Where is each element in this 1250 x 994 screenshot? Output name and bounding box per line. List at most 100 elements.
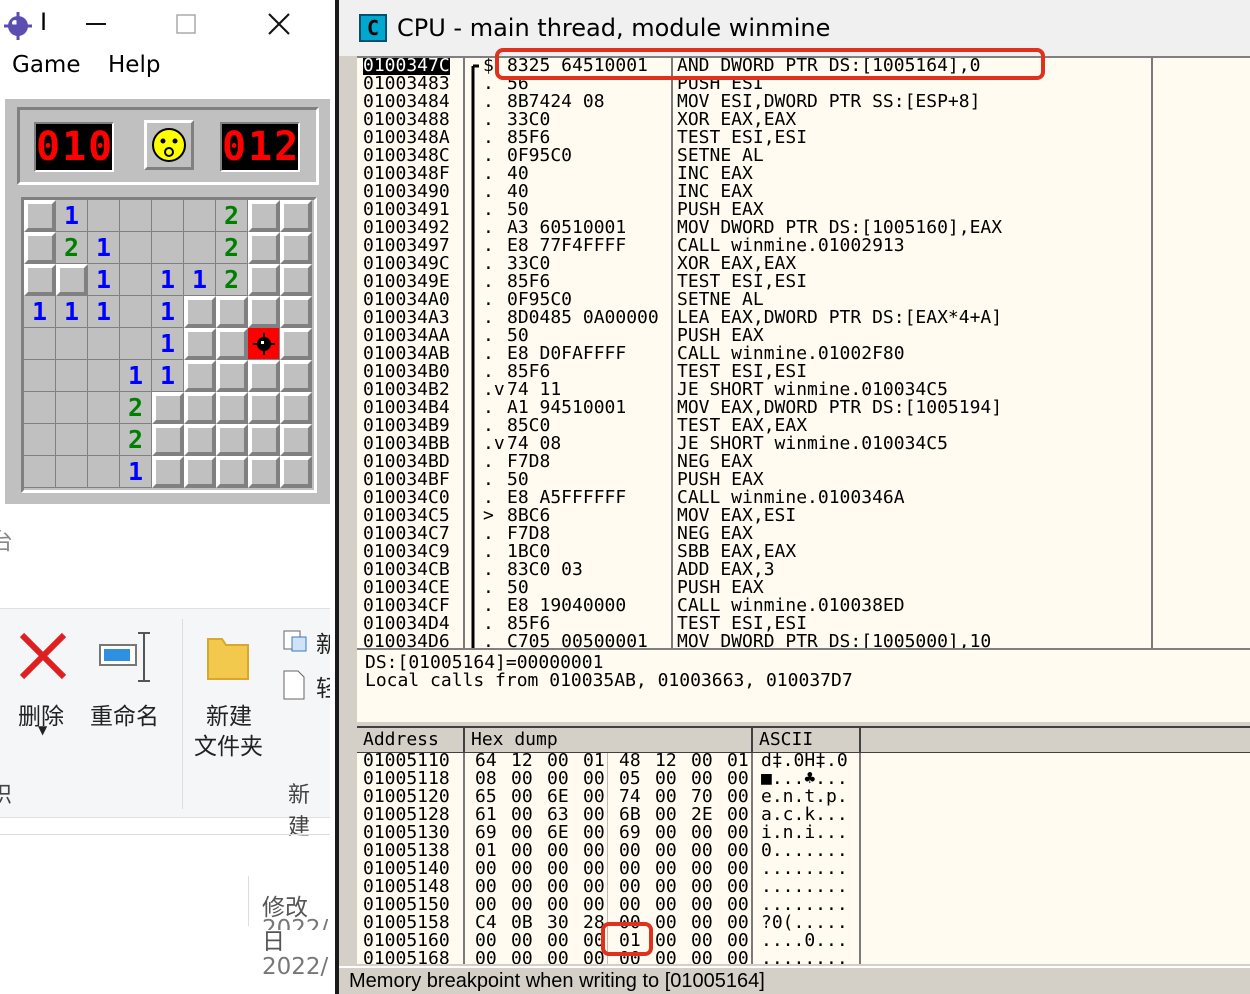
covered-cell[interactable] (152, 456, 184, 488)
dump-byte[interactable]: 00 (475, 950, 497, 965)
number-cell[interactable]: 1 (24, 296, 56, 328)
dump-byte[interactable]: 00 (727, 950, 749, 965)
open-cell[interactable] (120, 264, 152, 296)
covered-cell[interactable] (184, 328, 216, 360)
open-cell[interactable] (56, 360, 88, 392)
number-cell[interactable]: 2 (120, 424, 152, 456)
covered-cell[interactable] (184, 392, 216, 424)
covered-cell[interactable] (280, 360, 312, 392)
open-cell[interactable] (120, 328, 152, 360)
number-cell[interactable]: 1 (152, 296, 184, 328)
open-cell[interactable] (184, 200, 216, 232)
rename-button[interactable]: 重命名 (90, 697, 159, 731)
covered-cell[interactable] (184, 424, 216, 456)
open-cell[interactable] (88, 360, 120, 392)
disasm-row[interactable]: 010034D6. C705 00500001 MOV DWORD PTR DS:[… (357, 633, 1250, 649)
covered-cell[interactable] (216, 392, 248, 424)
dump-byte[interactable]: 00 (547, 950, 569, 965)
covered-cell[interactable] (280, 264, 312, 296)
covered-cell[interactable] (280, 392, 312, 424)
open-cell[interactable] (120, 296, 152, 328)
open-cell[interactable] (56, 328, 88, 360)
smiley-button[interactable] (144, 120, 194, 170)
dump-row[interactable]: 01005168 00 00 00 00 00 00 00 00........ (357, 950, 1250, 965)
number-cell[interactable]: 1 (152, 264, 184, 296)
dump-column-address[interactable]: Address (357, 728, 465, 752)
covered-cell[interactable] (24, 200, 56, 232)
open-cell[interactable] (120, 200, 152, 232)
covered-cell[interactable] (24, 232, 56, 264)
dump-byte[interactable]: 00 (511, 950, 533, 965)
covered-cell[interactable] (248, 200, 280, 232)
open-cell[interactable] (24, 360, 56, 392)
open-cell[interactable] (56, 456, 88, 488)
covered-cell[interactable] (280, 296, 312, 328)
easy-access-button[interactable]: 轻 (316, 669, 330, 703)
covered-cell[interactable] (280, 328, 312, 360)
number-cell[interactable]: 2 (216, 264, 248, 296)
covered-cell[interactable] (280, 200, 312, 232)
covered-cell[interactable] (248, 424, 280, 456)
number-cell[interactable]: 2 (216, 232, 248, 264)
open-cell[interactable] (88, 456, 120, 488)
open-cell[interactable] (24, 328, 56, 360)
open-cell[interactable] (88, 392, 120, 424)
number-cell[interactable]: 1 (184, 264, 216, 296)
covered-cell[interactable] (184, 360, 216, 392)
new-folder-label-1[interactable]: 新建 (206, 697, 252, 731)
covered-cell[interactable] (248, 296, 280, 328)
menu-game[interactable]: Game (12, 52, 80, 78)
covered-cell[interactable] (280, 424, 312, 456)
new-folder-label-2[interactable]: 文件夹 (194, 727, 263, 761)
open-cell[interactable] (88, 328, 120, 360)
covered-cell[interactable] (24, 264, 56, 296)
covered-cell[interactable] (152, 424, 184, 456)
number-cell[interactable]: 1 (56, 200, 88, 232)
open-cell[interactable] (88, 200, 120, 232)
open-cell[interactable] (56, 392, 88, 424)
covered-cell[interactable] (248, 392, 280, 424)
open-cell[interactable] (184, 232, 216, 264)
number-cell[interactable]: 1 (152, 360, 184, 392)
dump-column-ascii[interactable]: ASCII (753, 728, 861, 752)
number-cell[interactable]: 2 (56, 232, 88, 264)
covered-cell[interactable] (280, 456, 312, 488)
covered-cell[interactable] (248, 232, 280, 264)
dump-byte[interactable]: 00 (691, 950, 713, 965)
covered-cell[interactable] (152, 392, 184, 424)
menu-help[interactable]: Help (108, 52, 160, 78)
delete-dropdown-icon[interactable]: ▼ (38, 723, 47, 737)
covered-cell[interactable] (216, 296, 248, 328)
number-cell[interactable]: 1 (120, 456, 152, 488)
number-cell[interactable]: 2 (216, 200, 248, 232)
dump-byte[interactable]: 00 (655, 950, 677, 965)
hex-dump-pane[interactable]: 01005110 64 12 00 01 48 12 00 01 d‡.0H‡.0 01005118… (357, 752, 1250, 964)
covered-cell[interactable] (184, 456, 216, 488)
number-cell[interactable]: 1 (88, 232, 120, 264)
covered-cell[interactable] (216, 424, 248, 456)
number-cell[interactable]: 1 (88, 296, 120, 328)
covered-cell[interactable] (248, 456, 280, 488)
number-cell[interactable]: 1 (56, 296, 88, 328)
covered-cell[interactable] (248, 264, 280, 296)
covered-cell[interactable] (248, 360, 280, 392)
open-cell[interactable] (56, 424, 88, 456)
covered-cell[interactable] (216, 328, 248, 360)
covered-cell[interactable] (56, 264, 88, 296)
dump-column-hex[interactable]: Hex dump (465, 728, 753, 752)
maximize-button[interactable] (164, 6, 208, 42)
minimize-button[interactable] (74, 6, 118, 42)
open-cell[interactable] (120, 232, 152, 264)
close-button[interactable] (257, 6, 301, 42)
covered-cell[interactable] (280, 232, 312, 264)
covered-cell[interactable] (184, 296, 216, 328)
number-cell[interactable]: 1 (120, 360, 152, 392)
disassembly-pane[interactable]: 0100347C $8325 64510001 AND DWORD PTR DS:[… (357, 56, 1250, 648)
open-cell[interactable] (24, 424, 56, 456)
covered-cell[interactable] (216, 360, 248, 392)
exploded-mine-cell[interactable] (248, 328, 280, 360)
number-cell[interactable]: 2 (120, 392, 152, 424)
covered-cell[interactable] (216, 456, 248, 488)
number-cell[interactable]: 1 (88, 264, 120, 296)
open-cell[interactable] (152, 232, 184, 264)
